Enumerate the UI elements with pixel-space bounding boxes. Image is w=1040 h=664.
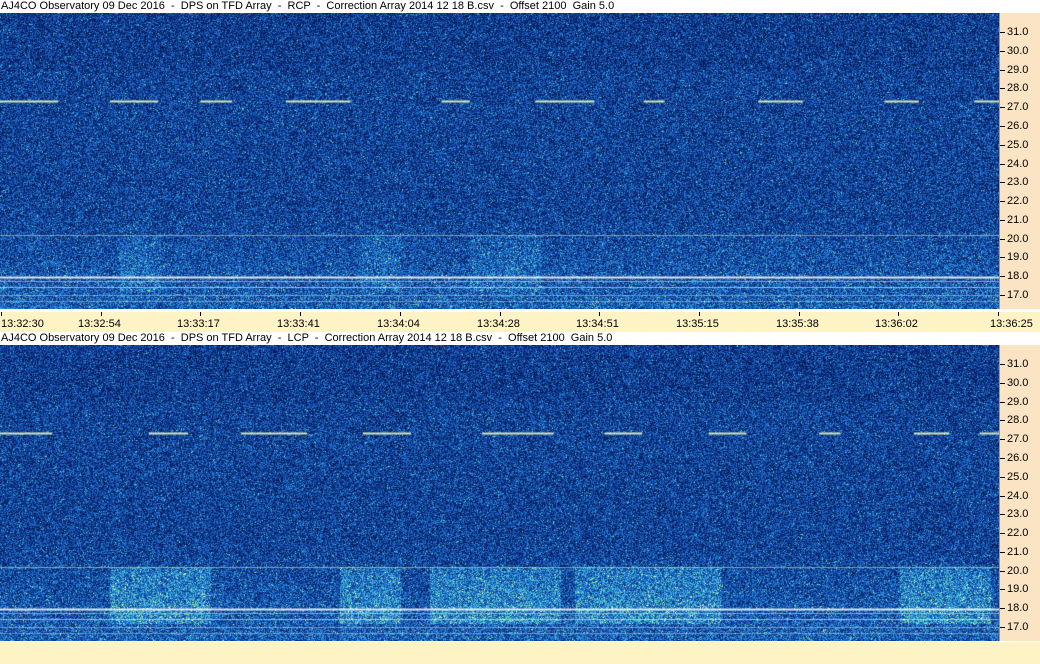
y-tick <box>1000 608 1005 609</box>
y-tick-label: 17.0 <box>1007 289 1029 301</box>
y-tick <box>1000 32 1005 33</box>
panel-title-rcp: AJ4CO Observatory 09 Dec 2016 - DPS on T… <box>0 0 1001 13</box>
x-tick-label: 13:34:51 <box>576 318 619 330</box>
y-tick-label: 30.0 <box>1007 45 1029 57</box>
y-tick <box>1000 514 1005 515</box>
x-tick <box>500 312 501 316</box>
y-tick-label: 26.0 <box>1007 452 1029 464</box>
x-tick <box>699 312 700 316</box>
y-tick-label: 28.0 <box>1007 414 1029 426</box>
x-tick <box>898 312 899 316</box>
y-tick <box>1000 182 1005 183</box>
x-tick <box>799 312 800 316</box>
y-tick <box>1000 477 1005 478</box>
y-tick <box>1000 164 1005 165</box>
y-tick-label: 31.0 <box>1007 358 1029 370</box>
x-tick-label: 13:35:38 <box>776 318 819 330</box>
frequency-axis-lcp: 31.0 30.0 29.0 28.0 27.0 26.0 25.0 24.0 23.0 22.0… <box>999 345 1040 641</box>
y-tick-label: 20.0 <box>1007 233 1029 245</box>
time-axis: 13:32:30 13:32:54 13:33:17 13:33:41 13:34:04… <box>0 312 1040 332</box>
panel-title-lcp: AJ4CO Observatory 09 Dec 2016 - DPS on T… <box>0 332 1001 345</box>
y-tick-label: 27.0 <box>1007 433 1029 445</box>
x-tick-label: 13:33:41 <box>277 318 320 330</box>
y-tick-label: 21.0 <box>1007 546 1029 558</box>
x-tick-label: 13:34:28 <box>477 318 520 330</box>
x-tick <box>200 312 201 316</box>
y-tick-label: 31.0 <box>1007 26 1029 38</box>
y-tick-label: 21.0 <box>1007 214 1029 226</box>
bottom-strip <box>0 642 1040 664</box>
x-tick <box>300 312 301 316</box>
y-tick-label: 22.0 <box>1007 527 1029 539</box>
spectrogram-canvas-lcp <box>0 345 999 641</box>
y-tick-label: 20.0 <box>1007 565 1029 577</box>
y-tick <box>1000 107 1005 108</box>
y-tick-label: 25.0 <box>1007 471 1029 483</box>
y-tick-label: 18.0 <box>1007 270 1029 282</box>
y-tick <box>1000 533 1005 534</box>
spectrogram-rcp <box>0 13 999 309</box>
y-tick <box>1000 220 1005 221</box>
y-tick-label: 19.0 <box>1007 251 1029 263</box>
x-tick <box>1 312 2 316</box>
x-tick-label: 13:35:15 <box>676 318 719 330</box>
y-tick <box>1000 627 1005 628</box>
y-tick-label: 30.0 <box>1007 377 1029 389</box>
y-tick <box>1000 552 1005 553</box>
y-tick-label: 24.0 <box>1007 490 1029 502</box>
x-tick-label: 13:36:25 <box>990 318 1033 330</box>
y-tick-label: 18.0 <box>1007 602 1029 614</box>
y-tick <box>1000 364 1005 365</box>
y-tick <box>1000 496 1005 497</box>
spectrogram-lcp <box>0 345 999 641</box>
y-tick-label: 29.0 <box>1007 64 1029 76</box>
x-tick <box>998 312 999 316</box>
x-tick <box>599 312 600 316</box>
y-tick-label: 26.0 <box>1007 120 1029 132</box>
y-tick-label: 17.0 <box>1007 621 1029 633</box>
y-tick <box>1000 402 1005 403</box>
y-tick <box>1000 70 1005 71</box>
y-tick-label: 27.0 <box>1007 101 1029 113</box>
y-tick-label: 23.0 <box>1007 508 1029 520</box>
y-tick <box>1000 126 1005 127</box>
spectrogram-canvas-rcp <box>0 13 999 309</box>
x-tick-label: 13:36:02 <box>875 318 918 330</box>
x-tick <box>101 312 102 316</box>
y-tick-label: 24.0 <box>1007 158 1029 170</box>
y-tick <box>1000 458 1005 459</box>
y-tick-label: 22.0 <box>1007 195 1029 207</box>
y-tick <box>1000 439 1005 440</box>
x-tick-label: 13:32:54 <box>78 318 121 330</box>
y-tick <box>1000 51 1005 52</box>
x-tick-label: 13:33:17 <box>177 318 220 330</box>
y-tick-label: 19.0 <box>1007 583 1029 595</box>
x-tick <box>400 312 401 316</box>
frequency-axis-rcp: 31.0 30.0 29.0 28.0 27.0 26.0 25.0 24.0 23.0 22.0… <box>999 13 1040 309</box>
y-tick-label: 23.0 <box>1007 176 1029 188</box>
y-tick <box>1000 145 1005 146</box>
y-tick <box>1000 589 1005 590</box>
y-tick <box>1000 88 1005 89</box>
y-tick <box>1000 276 1005 277</box>
y-tick-label: 28.0 <box>1007 82 1029 94</box>
y-tick <box>1000 383 1005 384</box>
y-tick <box>1000 239 1005 240</box>
y-tick-label: 25.0 <box>1007 139 1029 151</box>
y-tick <box>1000 420 1005 421</box>
y-tick <box>1000 257 1005 258</box>
y-tick-label: 29.0 <box>1007 396 1029 408</box>
y-tick <box>1000 295 1005 296</box>
y-tick <box>1000 201 1005 202</box>
y-tick <box>1000 571 1005 572</box>
x-tick-label: 13:32:30 <box>1 318 44 330</box>
x-tick-label: 13:34:04 <box>377 318 420 330</box>
